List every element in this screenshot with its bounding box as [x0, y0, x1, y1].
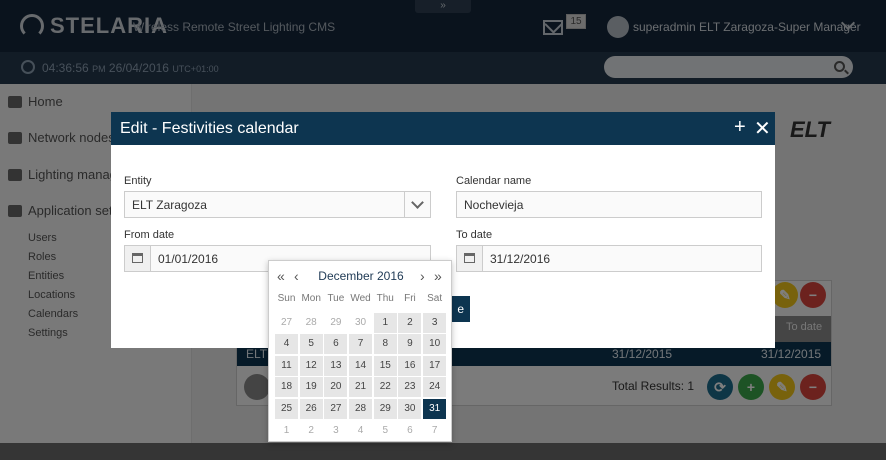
- datepicker-day[interactable]: 1: [275, 421, 298, 441]
- weekday-header: Wed: [350, 293, 371, 304]
- datepicker-day[interactable]: 2: [398, 312, 422, 333]
- to-date-label: To date: [456, 229, 493, 241]
- datepicker-day[interactable]: 13: [324, 355, 348, 376]
- datepicker-day[interactable]: 28: [349, 398, 373, 419]
- calendar-addon[interactable]: [457, 246, 483, 271]
- datepicker-day[interactable]: 4: [349, 421, 372, 441]
- prev-month-button[interactable]: ‹: [294, 268, 299, 284]
- datepicker-day[interactable]: 17: [423, 355, 447, 376]
- datepicker-day[interactable]: 26: [299, 398, 323, 419]
- datepicker-day[interactable]: 12: [299, 355, 323, 376]
- next-year-button[interactable]: »: [434, 268, 442, 284]
- next-month-button[interactable]: ›: [420, 268, 425, 284]
- datepicker-day[interactable]: 4: [275, 334, 298, 355]
- datepicker-day[interactable]: 16: [398, 355, 422, 376]
- datepicker-day[interactable]: 20: [324, 377, 348, 398]
- datepicker-day[interactable]: 7: [349, 334, 373, 355]
- datepicker-day[interactable]: 18: [275, 377, 298, 398]
- datepicker-day[interactable]: 6: [324, 334, 348, 355]
- calendar-icon: [464, 253, 475, 263]
- chevron-down-icon[interactable]: [404, 192, 430, 217]
- datepicker-day[interactable]: 3: [324, 421, 347, 441]
- datepicker-day[interactable]: 5: [374, 421, 397, 441]
- weekday-header: Fri: [404, 293, 416, 304]
- datepicker-day[interactable]: 30: [398, 398, 422, 419]
- entity-select[interactable]: ELT Zaragoza: [124, 191, 431, 218]
- datepicker-day[interactable]: 21: [349, 377, 373, 398]
- to-date-value: 31/12/2016: [490, 252, 551, 266]
- from-date-label: From date: [124, 229, 175, 241]
- calendar-name-value: Nochevieja: [464, 198, 524, 212]
- datepicker-day[interactable]: 2: [300, 421, 323, 441]
- datepicker-day[interactable]: 11: [275, 355, 298, 376]
- datepicker-day[interactable]: 10: [423, 334, 447, 355]
- datepicker-day[interactable]: 3: [423, 312, 447, 333]
- datepicker-day[interactable]: 7: [423, 421, 446, 441]
- datepicker-day[interactable]: 29: [324, 313, 347, 333]
- datepicker-day[interactable]: 23: [398, 377, 422, 398]
- datepicker-day[interactable]: 27: [275, 313, 298, 333]
- weekday-header: Sun: [277, 293, 296, 304]
- datepicker-day[interactable]: 19: [299, 377, 323, 398]
- datepicker-day-selected[interactable]: 31: [423, 398, 447, 419]
- datepicker-day[interactable]: 15: [373, 355, 397, 376]
- datepicker-day[interactable]: 1: [373, 312, 397, 333]
- dialog-title: Edit - Festivities calendar: [120, 120, 299, 137]
- expand-icon[interactable]: +: [734, 116, 746, 139]
- weekday-header: Mon: [301, 293, 321, 304]
- dialog-header: Edit - Festivities calendar + ✕: [111, 112, 775, 145]
- datepicker-day[interactable]: 8: [373, 334, 397, 355]
- datepicker-day[interactable]: 24: [423, 377, 447, 398]
- entity-value: ELT Zaragoza: [132, 198, 207, 212]
- datepicker-day[interactable]: 5: [299, 334, 323, 355]
- entity-label: Entity: [124, 175, 152, 187]
- datepicker-day[interactable]: 6: [398, 421, 421, 441]
- calendar-name-field[interactable]: Nochevieja: [456, 191, 762, 218]
- datepicker-day[interactable]: 22: [373, 377, 397, 398]
- calendar-name-label: Calendar name: [456, 175, 532, 187]
- datepicker-grid: Sun Mon Tue Wed Thu Fri Sat 27 28 29 30 1 2 3 4 5 6 7 8 9 10…: [275, 291, 447, 441]
- calendar-addon[interactable]: [125, 246, 151, 271]
- datepicker-day[interactable]: 29: [373, 398, 397, 419]
- datepicker-day[interactable]: 28: [300, 313, 323, 333]
- datepicker: December 2016 « ‹ › » Sun Mon Tue Wed Thu Fri…: [268, 260, 452, 442]
- datepicker-day[interactable]: 25: [275, 398, 298, 419]
- datepicker-day[interactable]: 30: [349, 313, 372, 333]
- weekday-header: Sat: [427, 293, 443, 304]
- prev-year-button[interactable]: «: [277, 268, 285, 284]
- calendar-icon: [132, 253, 143, 263]
- weekday-header: Thu: [376, 293, 394, 304]
- datepicker-day[interactable]: 14: [349, 355, 373, 376]
- from-date-value: 01/01/2016: [158, 252, 219, 266]
- datepicker-day[interactable]: 27: [324, 398, 348, 419]
- to-date-field[interactable]: 31/12/2016: [456, 245, 762, 272]
- weekday-header: Tue: [327, 293, 345, 304]
- close-icon[interactable]: ✕: [754, 116, 771, 141]
- datepicker-day[interactable]: 9: [398, 334, 422, 355]
